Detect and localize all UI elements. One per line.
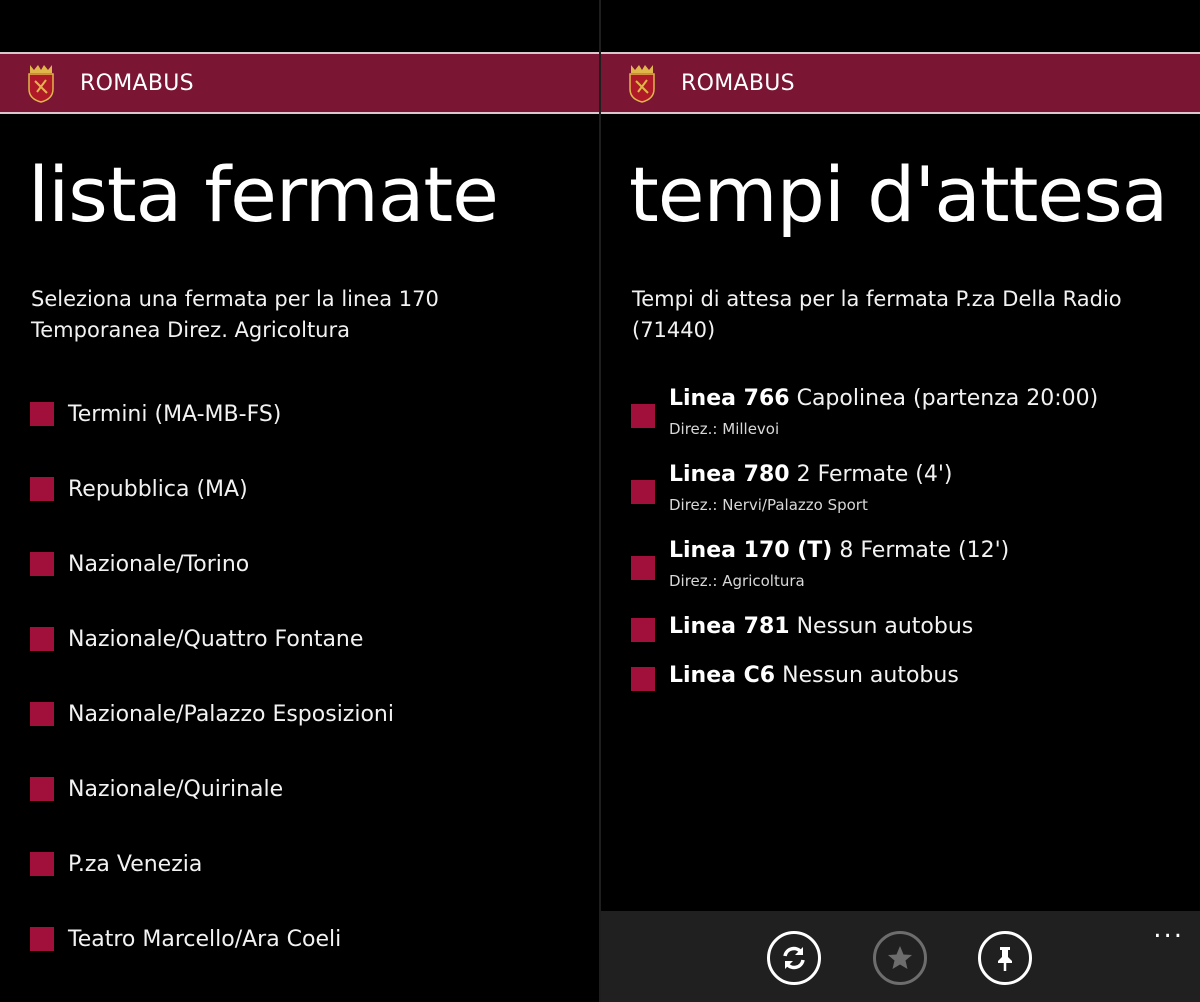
list-item[interactable]: Teatro Marcello/Ara Coeli [30, 921, 341, 957]
more-menu-button[interactable]: ... [1153, 916, 1184, 942]
stop-name: Nazionale/Torino [68, 551, 250, 577]
refresh-icon [783, 946, 805, 970]
page-subtitle: Seleziona una fermata per la linea 170 T… [31, 287, 439, 342]
page-title: lista fermate [28, 150, 499, 239]
arrival-direction: Direz.: Nervi/Palazzo Sport [669, 496, 868, 514]
list-bullet-icon [631, 404, 655, 428]
stop-name: Nazionale/Quirinale [68, 776, 284, 802]
app-title: ROMABUS [80, 71, 194, 96]
list-item[interactable]: Nazionale/Quattro Fontane [30, 621, 363, 657]
arrival-item[interactable]: Linea C6 Nessun autobus [631, 663, 1171, 699]
arrival-item[interactable]: Linea 170 (T) 8 Fermate (12') Direz.: Ag… [631, 538, 1171, 598]
arrival-status: Capolinea (partenza 20:00) [796, 386, 1099, 411]
list-item[interactable]: Nazionale/Quirinale [30, 771, 283, 807]
arrival-summary: Linea 780 2 Fermate (4') [669, 462, 953, 487]
line-number: Linea 781 [669, 614, 790, 639]
list-bullet-icon [30, 552, 54, 576]
app-title: ROMABUS [681, 71, 795, 96]
arrival-summary: Linea 170 (T) 8 Fermate (12') [669, 538, 1009, 563]
stop-list-screen: ROMABUS lista fermate Seleziona una ferm… [0, 0, 599, 1002]
list-bullet-icon [30, 627, 54, 651]
list-bullet-icon [631, 618, 655, 642]
list-item[interactable]: Repubblica (MA) [30, 471, 248, 507]
line-number: Linea 170 (T) [669, 538, 833, 563]
line-number: Linea 766 [669, 386, 790, 411]
line-number: Linea 780 [669, 462, 790, 487]
page-subtitle: Tempi di attesa per la fermata P.za Dell… [632, 287, 1122, 342]
stop-name: Termini (MA-MB-FS) [68, 401, 282, 427]
list-bullet-icon [631, 556, 655, 580]
arrival-status: 2 Fermate (4') [796, 462, 953, 487]
arrival-item[interactable]: Linea 781 Nessun autobus [631, 614, 1171, 650]
favorite-button[interactable] [873, 931, 927, 985]
list-bullet-icon [631, 480, 655, 504]
arrival-direction: Direz.: Agricoltura [669, 572, 805, 590]
arrival-summary: Linea 781 Nessun autobus [669, 614, 973, 639]
list-bullet-icon [30, 477, 54, 501]
arrival-item[interactable]: Linea 766 Capolinea (partenza 20:00) Dir… [631, 386, 1171, 446]
arrival-status: 8 Fermate (12') [839, 538, 1010, 563]
list-item[interactable]: P.za Venezia [30, 846, 202, 882]
pin-icon [998, 947, 1012, 971]
list-bullet-icon [30, 402, 54, 426]
list-bullet-icon [631, 667, 655, 691]
waiting-times-screen: ROMABUS tempi d'attesa Tempi di attesa p… [601, 0, 1200, 1002]
pin-button[interactable] [978, 931, 1032, 985]
list-item[interactable]: Nazionale/Torino [30, 546, 249, 582]
list-bullet-icon [30, 702, 54, 726]
stop-name: Nazionale/Quattro Fontane [68, 626, 364, 652]
line-number: Linea C6 [669, 663, 776, 688]
arrival-item[interactable]: Linea 780 2 Fermate (4') Direz.: Nervi/P… [631, 462, 1171, 522]
list-item[interactable]: Termini (MA-MB-FS) [30, 396, 281, 432]
app-title-bar: ROMABUS [0, 52, 599, 114]
arrival-status: Nessun autobus [796, 614, 974, 639]
page-title: tempi d'attesa [629, 150, 1168, 239]
stop-name: Repubblica (MA) [68, 476, 248, 502]
stop-name: Teatro Marcello/Ara Coeli [68, 926, 342, 952]
favorite-star-icon [888, 946, 912, 969]
app-title-bar: ROMABUS [601, 52, 1200, 114]
list-bullet-icon [30, 927, 54, 951]
list-bullet-icon [30, 852, 54, 876]
arrival-summary: Linea C6 Nessun autobus [669, 663, 959, 688]
stop-name: P.za Venezia [68, 851, 203, 877]
application-bar: ... [601, 911, 1200, 1002]
arrival-summary: Linea 766 Capolinea (partenza 20:00) [669, 386, 1098, 411]
rome-crest-icon [28, 65, 54, 103]
list-item[interactable]: Nazionale/Palazzo Esposizioni [30, 696, 394, 732]
rome-crest-icon [629, 65, 655, 103]
list-bullet-icon [30, 777, 54, 801]
stop-name: Nazionale/Palazzo Esposizioni [68, 701, 394, 727]
refresh-button[interactable] [767, 931, 821, 985]
arrival-status: Nessun autobus [782, 663, 959, 688]
arrival-direction: Direz.: Millevoi [669, 420, 780, 438]
